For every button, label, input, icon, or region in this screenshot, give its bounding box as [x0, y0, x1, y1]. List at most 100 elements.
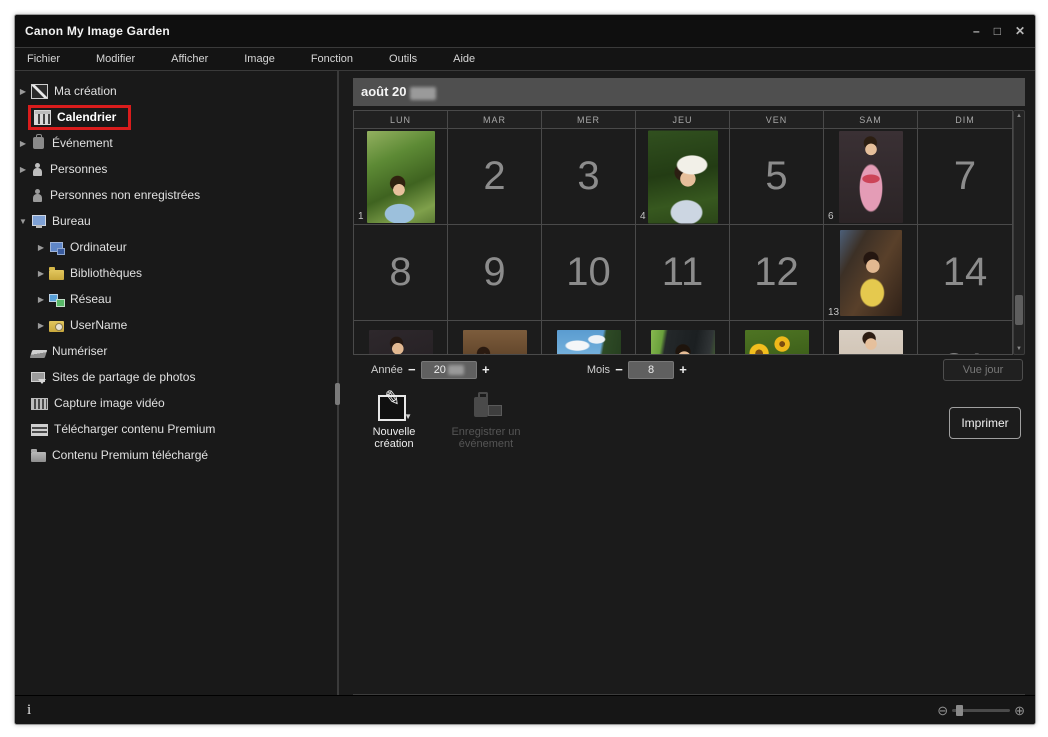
- calendar-cell-day-14[interactable]: 14: [918, 225, 1012, 321]
- scroll-up-arrow[interactable]: ▲: [1014, 111, 1024, 121]
- calendar-cell-day-4[interactable]: 4: [636, 129, 730, 225]
- day-number: 5: [765, 154, 788, 198]
- sidebar-item-r-seau[interactable]: ▶ Réseau: [15, 286, 337, 312]
- sidebar-item-sites-de-partage-de-photos[interactable]: ▶Sites de partage de photos: [15, 364, 337, 390]
- photo-thumbnail-day-19[interactable]: [744, 329, 809, 354]
- tree-expand-icon[interactable]: ▶: [33, 243, 49, 252]
- calendar-cell-day-17[interactable]: 17: [542, 321, 636, 354]
- tree-expand-icon[interactable]: ▶: [15, 165, 31, 174]
- sidebar-item-personnes-non-enregistr-es[interactable]: ▶Personnes non enregistrées: [15, 182, 337, 208]
- photo-thumbnail-day-16[interactable]: [462, 329, 527, 354]
- menu-modifier[interactable]: Modifier: [92, 51, 139, 67]
- photo-thumbnail-day-20[interactable]: [838, 329, 903, 354]
- photo-thumbnail-day-4[interactable]: [647, 130, 718, 223]
- calendar-cell-day-15[interactable]: 15: [354, 321, 448, 354]
- tree-expand-icon[interactable]: ▶: [33, 295, 49, 304]
- tree-expand-icon[interactable]: ▶: [15, 87, 31, 96]
- calendar-cell-day-8[interactable]: 8: [354, 225, 448, 321]
- creation-icon: [31, 83, 48, 99]
- day-number: 11: [661, 250, 704, 294]
- status-bar: i ⊖ ⊕: [15, 695, 1035, 724]
- calendar-cell-day-18[interactable]: 18: [636, 321, 730, 354]
- month-minus-button[interactable]: −: [610, 362, 628, 377]
- menu-aide[interactable]: Aide: [449, 51, 479, 67]
- splitter-handle[interactable]: [335, 383, 340, 405]
- new-creation-button[interactable]: ✎ ▼ Nouvelle création: [359, 386, 429, 449]
- photo-share-icon: [31, 371, 46, 384]
- print-button[interactable]: Imprimer: [949, 406, 1021, 439]
- tree-collapse-icon[interactable]: ▼: [15, 217, 31, 226]
- sidebar-item-ma-cr-ation[interactable]: ▶ Ma création: [15, 78, 337, 104]
- zoom-in-icon[interactable]: ⊕: [1014, 704, 1025, 717]
- calendar-cell-day-2[interactable]: 2: [448, 129, 542, 225]
- photo-thumbnail-day-1[interactable]: [366, 130, 435, 223]
- sidebar-item-contenu-premium-t-l-charg-[interactable]: ▶Contenu Premium téléchargé: [15, 442, 337, 468]
- close-button[interactable]: ✕: [1015, 25, 1025, 37]
- sidebar-item-label: Sites de partage de photos: [52, 370, 196, 384]
- sidebar-item-t-l-charger-contenu-premium[interactable]: ▶Télécharger contenu Premium: [15, 416, 337, 442]
- sidebar-item-biblioth-ques[interactable]: ▶ Bibliothèques: [15, 260, 337, 286]
- calendar-cell-day-5[interactable]: 5: [730, 129, 824, 225]
- zoom-out-icon[interactable]: ⊖: [937, 704, 948, 717]
- sidebar-item-label: Personnes non enregistrées: [50, 188, 201, 202]
- vertical-scrollbar[interactable]: ▲ ▼: [1013, 110, 1025, 355]
- photo-thumbnail-day-17[interactable]: [556, 329, 621, 354]
- menu-afficher[interactable]: Afficher: [167, 51, 212, 67]
- sidebar-item-capture-image-vid-o[interactable]: ▶Capture image vidéo: [15, 390, 337, 416]
- photo-thumbnail-day-6[interactable]: [838, 130, 903, 223]
- sidebar-item-num-riser[interactable]: ▶Numériser: [15, 338, 337, 364]
- calendar-cell-day-7[interactable]: 7: [918, 129, 1012, 225]
- person-icon: [31, 162, 44, 176]
- scroll-down-arrow[interactable]: ▼: [1014, 344, 1024, 354]
- sidebar-item-bureau[interactable]: ▼ Bureau: [15, 208, 337, 234]
- save-event-button[interactable]: Enregistrer un événement: [443, 391, 529, 450]
- zoom-slider[interactable]: [952, 704, 1011, 716]
- sidebar-item-label: Personnes: [50, 162, 108, 176]
- tree-expand-icon[interactable]: ▶: [33, 321, 49, 330]
- sidebar-item-username[interactable]: ▶ UserName: [15, 312, 337, 338]
- month-value-box[interactable]: 8: [628, 360, 675, 379]
- month-title-bar: août 20: [353, 78, 1025, 106]
- zoom-slider-thumb[interactable]: [956, 704, 964, 716]
- day-number-small: 4: [640, 211, 646, 222]
- month-plus-button[interactable]: +: [674, 362, 692, 377]
- calendar-cell-day-11[interactable]: 11: [636, 225, 730, 321]
- minimize-button[interactable]: –: [973, 25, 980, 37]
- calendar-cell-day-3[interactable]: 3: [542, 129, 636, 225]
- year-minus-button[interactable]: −: [403, 362, 421, 377]
- sidebar-item-calendrier[interactable]: ▶Calendrier: [15, 104, 337, 130]
- day-view-button[interactable]: Vue jour: [943, 358, 1023, 381]
- calendar-cell-day-1[interactable]: 1: [354, 129, 448, 225]
- maximize-button[interactable]: □: [994, 25, 1001, 37]
- year-plus-button[interactable]: +: [477, 362, 495, 377]
- year-value-box[interactable]: 20: [420, 360, 477, 379]
- scrollbar-thumb[interactable]: [1015, 295, 1023, 326]
- calendar-cell-day-12[interactable]: 12: [730, 225, 824, 321]
- calendar-cell-day-16[interactable]: 16: [448, 321, 542, 354]
- save-event-label: Enregistrer un événement: [451, 425, 521, 450]
- calendar-cell-day-13[interactable]: 13: [824, 225, 918, 321]
- sidebar-item-personnes[interactable]: ▶ Personnes: [15, 156, 337, 182]
- calendar-cell-day-6[interactable]: 6: [824, 129, 918, 225]
- menu-outils[interactable]: Outils: [385, 51, 421, 67]
- calendar-cell-day-19[interactable]: 19: [730, 321, 824, 354]
- sidebar-item-ordinateur[interactable]: ▶ Ordinateur: [15, 234, 337, 260]
- sidebar-item--v-nement[interactable]: ▶ Événement: [15, 130, 337, 156]
- calendar-cell-day-21[interactable]: 21: [918, 321, 1012, 354]
- calendar-cell-day-20[interactable]: 20: [824, 321, 918, 354]
- info-icon[interactable]: i: [27, 702, 31, 719]
- tree-expand-icon[interactable]: ▶: [15, 139, 31, 148]
- menu-image[interactable]: Image: [240, 51, 279, 67]
- photo-thumbnail-day-13[interactable]: [839, 229, 902, 316]
- day-number: 3: [577, 154, 600, 198]
- photo-thumbnail-day-15[interactable]: [368, 329, 433, 354]
- menu-fichier[interactable]: Fichier: [23, 51, 64, 67]
- calendar-cell-day-9[interactable]: 9: [448, 225, 542, 321]
- sidebar-splitter[interactable]: [335, 71, 340, 695]
- photo-thumbnail-day-18[interactable]: [650, 329, 715, 354]
- tree-expand-icon[interactable]: ▶: [33, 269, 49, 278]
- year-label: Année: [371, 363, 403, 376]
- calendar-cell-day-10[interactable]: 10: [542, 225, 636, 321]
- folder-icon: [49, 267, 64, 280]
- menu-fonction[interactable]: Fonction: [307, 51, 357, 67]
